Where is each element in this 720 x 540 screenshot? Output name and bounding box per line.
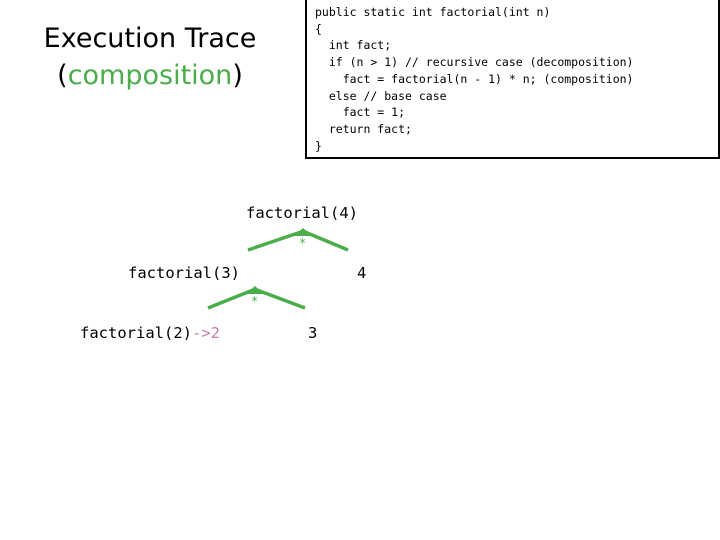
trace-operator-level-1: * [299, 236, 307, 250]
trace-operator-level-2: * [251, 294, 259, 308]
trace-node-factorial-2: factorial(2)->2 [80, 323, 220, 343]
trace-operand-4: 4 [357, 264, 367, 282]
execution-trace-diagram: factorial(4) * factorial(3) 4 * factoria… [0, 0, 720, 540]
trace-node-factorial-2-label: factorial(2) [80, 324, 192, 342]
trace-node-factorial-4: factorial(4) [246, 204, 358, 222]
trace-operand-3: 3 [308, 324, 318, 342]
trace-node-factorial-3: factorial(3) [128, 264, 240, 282]
trace-return-value-2: ->2 [191, 324, 220, 342]
